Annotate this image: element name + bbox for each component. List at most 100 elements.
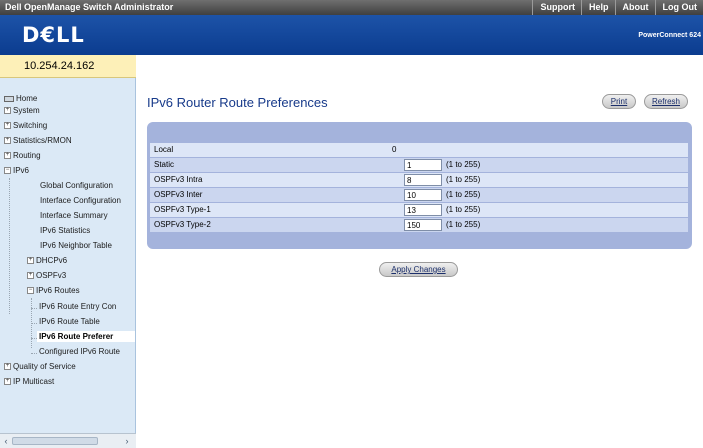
static-range: (1 to 255) xyxy=(446,160,481,169)
help-link[interactable]: Help xyxy=(580,0,615,15)
ospfv3-type2-input[interactable] xyxy=(404,219,442,231)
sidebar-tree: Home + System + Switching + Statistics/R… xyxy=(0,78,136,433)
sidebar-item-global-configuration[interactable]: Global Configuration xyxy=(40,181,113,190)
print-button[interactable]: Print xyxy=(602,94,636,109)
page-title: IPv6 Router Route Preferences xyxy=(147,95,328,110)
ospfv3-inter-label: OSPFv3 Inter xyxy=(154,190,203,199)
ospfv3-type1-label: OSPFv3 Type-1 xyxy=(154,205,211,214)
sidebar-item-ipv6-route-table[interactable]: IPv6 Route Table xyxy=(39,317,100,326)
expand-icon: + xyxy=(4,152,11,159)
refresh-button[interactable]: Refresh xyxy=(644,94,688,109)
ospfv3-intra-input[interactable] xyxy=(404,174,442,186)
sidebar-item-label: Switching xyxy=(13,121,48,130)
ospfv3-intra-label: OSPFv3 Intra xyxy=(154,175,203,184)
sidebar-item-label: Interface Summary xyxy=(40,211,108,220)
sidebar-item-label: Configured IPv6 Route xyxy=(39,347,120,356)
sidebar-item-label: System xyxy=(13,106,40,115)
expand-icon: + xyxy=(27,257,34,264)
apply-changes-button[interactable]: Apply Changes xyxy=(379,262,458,277)
sidebar-item-quality-of-service[interactable]: + Quality of Service xyxy=(4,362,76,371)
ospfv3-intra-row: OSPFv3 Intra (1 to 255) xyxy=(150,173,688,187)
ospfv3-type2-row: OSPFv3 Type-2 (1 to 255) xyxy=(150,218,688,232)
sidebar-item-home[interactable]: Home xyxy=(4,94,37,103)
sidebar-item-label: Statistics/RMON xyxy=(13,136,72,145)
tree-line xyxy=(31,353,37,354)
sidebar-item-label: DHCPv6 xyxy=(36,256,68,265)
tree-line xyxy=(31,308,37,309)
sidebar-item-routing[interactable]: + Routing xyxy=(4,151,41,160)
top-links: Support Help About Log Out xyxy=(532,0,703,15)
expand-icon: + xyxy=(4,363,11,370)
sidebar-item-label: IPv6 Statistics xyxy=(40,226,91,235)
ospfv3-type1-row: OSPFv3 Type-1 (1 to 255) xyxy=(150,203,688,217)
ospfv3-inter-range: (1 to 255) xyxy=(446,190,481,199)
sidebar-item-ip-multicast[interactable]: + IP Multicast xyxy=(4,377,54,386)
header-spacer xyxy=(136,55,703,78)
collapse-icon: − xyxy=(4,167,11,174)
route-preferences-panel: Local 0 Static (1 to 255) OSPFv3 Intra (… xyxy=(147,122,692,249)
sidebar-item-ipv6-route-entry-configuration[interactable]: IPv6 Route Entry Con xyxy=(39,302,116,311)
ospfv3-type2-range: (1 to 255) xyxy=(446,220,481,229)
home-icon xyxy=(4,95,14,102)
static-preference-input[interactable] xyxy=(404,159,442,171)
sidebar-item-label: Routing xyxy=(13,151,41,160)
ospfv3-inter-row: OSPFv3 Inter (1 to 255) xyxy=(150,188,688,202)
sidebar-item-ipv6-routes[interactable]: − IPv6 Routes xyxy=(27,286,80,295)
expand-icon: + xyxy=(27,272,34,279)
local-row: Local 0 xyxy=(150,143,688,157)
sidebar-item-ipv6-neighbor-table[interactable]: IPv6 Neighbor Table xyxy=(40,241,112,250)
static-label: Static xyxy=(154,160,175,169)
expand-icon: + xyxy=(4,378,11,385)
expand-icon: + xyxy=(4,137,11,144)
sidebar-item-statistics-rmon[interactable]: + Statistics/RMON xyxy=(4,136,72,145)
ospfv3-type1-input[interactable] xyxy=(404,204,442,216)
sidebar-item-ospfv3[interactable]: + OSPFv3 xyxy=(27,271,66,280)
sidebar-item-label: Home xyxy=(16,94,38,103)
sidebar-item-ipv6-route-preferences[interactable]: IPv6 Route Preferer xyxy=(37,331,135,342)
ospfv3-intra-range: (1 to 255) xyxy=(446,175,481,184)
logout-link[interactable]: Log Out xyxy=(654,0,703,15)
scroll-right-icon[interactable]: › xyxy=(122,436,132,446)
sidebar-item-dhcpv6[interactable]: + DHCPv6 xyxy=(27,256,67,265)
top-bar: Dell OpenManage Switch Administrator Sup… xyxy=(0,0,703,15)
sidebar-item-label: Global Configuration xyxy=(40,181,113,190)
ospfv3-type1-range: (1 to 255) xyxy=(446,205,481,214)
tree-line xyxy=(31,323,37,324)
sidebar-item-label: Quality of Service xyxy=(13,362,76,371)
ip-address-bar: 10.254.24.162 xyxy=(0,55,136,78)
sidebar-item-label: IPv6 xyxy=(13,166,30,175)
dell-banner: D€LL PowerConnect 624 xyxy=(0,15,703,55)
static-row: Static (1 to 255) xyxy=(150,158,688,172)
ospfv3-inter-input[interactable] xyxy=(404,189,442,201)
expand-icon: + xyxy=(4,122,11,129)
scroll-left-icon[interactable]: ‹ xyxy=(1,436,11,446)
sidebar-item-ipv6[interactable]: − IPv6 xyxy=(4,166,29,175)
sidebar-item-system[interactable]: + System xyxy=(4,106,40,115)
dell-logo: D€LL xyxy=(22,23,85,47)
app-title: Dell OpenManage Switch Administrator xyxy=(5,2,174,12)
sidebar-item-interface-configuration[interactable]: Interface Configuration xyxy=(40,196,121,205)
ip-address: 10.254.24.162 xyxy=(24,60,95,72)
support-link[interactable]: Support xyxy=(532,0,581,15)
sidebar-item-switching[interactable]: + Switching xyxy=(4,121,47,130)
model-name: PowerConnect 624 xyxy=(638,32,701,39)
sidebar-item-interface-summary[interactable]: Interface Summary xyxy=(40,211,108,220)
sidebar-item-label: Interface Configuration xyxy=(40,196,121,205)
sidebar-item-label: IP Multicast xyxy=(13,377,55,386)
scrollbar-thumb[interactable] xyxy=(12,437,98,445)
sidebar-item-label: OSPFv3 xyxy=(36,271,67,280)
tree-line xyxy=(9,178,10,314)
sidebar-item-label: IPv6 Route Entry Con xyxy=(39,302,117,311)
sidebar-item-label: IPv6 Neighbor Table xyxy=(40,241,112,250)
sidebar-item-label: IPv6 Route Preferer xyxy=(39,332,114,341)
sidebar-item-configured-ipv6-routes[interactable]: Configured IPv6 Route xyxy=(39,347,120,356)
sidebar-horizontal-scrollbar[interactable]: ‹ › xyxy=(0,433,136,448)
local-label: Local xyxy=(154,145,174,154)
ospfv3-type2-label: OSPFv3 Type-2 xyxy=(154,220,211,229)
sidebar-item-label: IPv6 Route Table xyxy=(39,317,100,326)
sidebar-item-label: IPv6 Routes xyxy=(36,286,80,295)
collapse-icon: − xyxy=(27,287,34,294)
sidebar-item-ipv6-statistics[interactable]: IPv6 Statistics xyxy=(40,226,90,235)
expand-icon: + xyxy=(4,107,11,114)
about-link[interactable]: About xyxy=(614,0,655,15)
